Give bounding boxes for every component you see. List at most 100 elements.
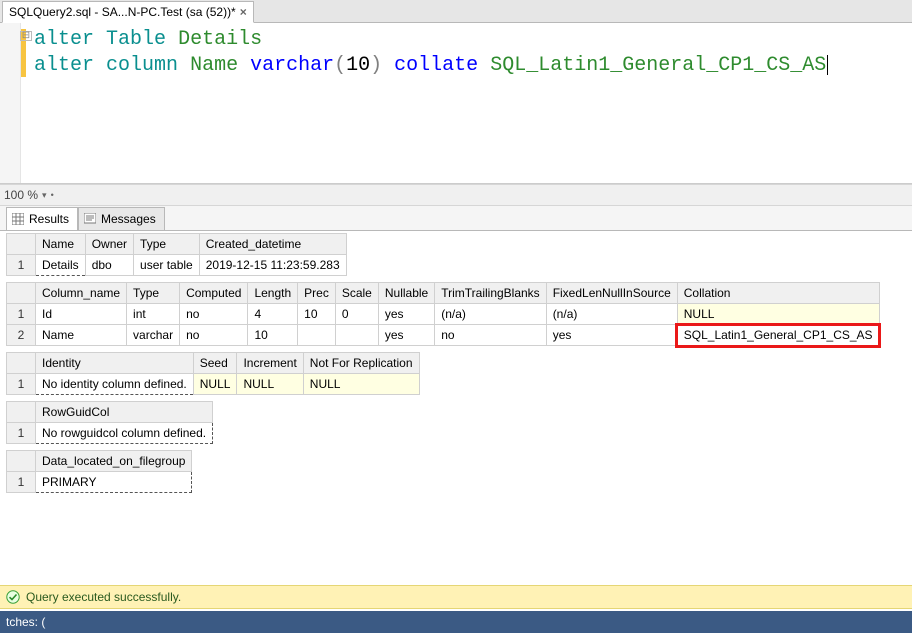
rownum-header bbox=[7, 283, 36, 304]
bottom-text: tches: ( bbox=[6, 615, 45, 629]
col-header[interactable]: Prec bbox=[298, 283, 336, 304]
status-message: Query executed successfully. bbox=[26, 590, 181, 604]
col-header[interactable]: Created_datetime bbox=[199, 234, 346, 255]
cell[interactable]: no bbox=[180, 304, 248, 325]
table-row[interactable]: 1 Details dbo user table 2019-12-15 11:2… bbox=[7, 255, 347, 276]
identifier: Details bbox=[178, 28, 262, 51]
col-header[interactable]: Type bbox=[127, 283, 180, 304]
collapse-icon[interactable]: ⊟ bbox=[20, 31, 32, 41]
rownum: 2 bbox=[7, 325, 36, 346]
cell-collation-highlight[interactable]: SQL_Latin1_General_CP1_CS_AS bbox=[677, 325, 879, 346]
result-grid-filegroup[interactable]: Data_located_on_filegroup 1 PRIMARY bbox=[6, 450, 192, 493]
keyword: Table bbox=[106, 28, 166, 51]
cell[interactable]: yes bbox=[546, 325, 677, 346]
table-row[interactable]: 1 Id int no 4 10 0 yes (n/a) (n/a) NULL bbox=[7, 304, 880, 325]
zoom-bar: 100 % ▾ • bbox=[0, 184, 912, 206]
result-grid-rowguid[interactable]: RowGuidCol 1 No rowguidcol column define… bbox=[6, 401, 213, 444]
cell[interactable]: PRIMARY bbox=[36, 472, 192, 493]
cell[interactable]: NULL bbox=[193, 374, 237, 395]
rownum-header bbox=[7, 353, 36, 374]
table-header-row: Data_located_on_filegroup bbox=[7, 451, 192, 472]
grid-icon bbox=[11, 212, 25, 226]
cell[interactable]: varchar bbox=[127, 325, 180, 346]
cell[interactable]: NULL bbox=[237, 374, 303, 395]
cell[interactable]: Details bbox=[36, 255, 86, 276]
cell[interactable]: yes bbox=[378, 304, 434, 325]
cell[interactable]: user table bbox=[134, 255, 200, 276]
cell[interactable]: 10 bbox=[298, 304, 336, 325]
type-token: varchar bbox=[250, 54, 334, 77]
col-header[interactable]: Not For Replication bbox=[303, 353, 419, 374]
table-header-row: Identity Seed Increment Not For Replicat… bbox=[7, 353, 420, 374]
col-header[interactable]: Identity bbox=[36, 353, 194, 374]
cell[interactable]: 0 bbox=[335, 304, 378, 325]
close-icon[interactable]: × bbox=[240, 5, 247, 19]
cell[interactable]: (n/a) bbox=[546, 304, 677, 325]
collation-name: SQL_Latin1_General_CP1_CS_AS bbox=[490, 54, 826, 77]
keyword: alter bbox=[34, 28, 94, 51]
results-panel[interactable]: Name Owner Type Created_datetime 1 Detai… bbox=[0, 231, 912, 561]
col-header[interactable]: Seed bbox=[193, 353, 237, 374]
table-row[interactable]: 1 No identity column defined. NULL NULL … bbox=[7, 374, 420, 395]
col-header[interactable]: FixedLenNullInSource bbox=[546, 283, 677, 304]
cell[interactable]: No rowguidcol column defined. bbox=[36, 423, 213, 444]
rownum: 1 bbox=[7, 374, 36, 395]
col-header[interactable]: Owner bbox=[85, 234, 133, 255]
cell[interactable]: Name bbox=[36, 325, 127, 346]
cell[interactable]: 2019-12-15 11:23:59.283 bbox=[199, 255, 346, 276]
number: 10 bbox=[346, 54, 370, 77]
tab-messages[interactable]: Messages bbox=[78, 207, 165, 231]
chevron-down-icon[interactable]: ▾ bbox=[42, 190, 47, 201]
paren: ) bbox=[370, 54, 382, 77]
splitter-dot[interactable]: • bbox=[51, 190, 54, 200]
sql-editor[interactable]: ⊟ alter Table Details alter column Name … bbox=[0, 23, 912, 184]
col-header[interactable]: Collation bbox=[677, 283, 879, 304]
zoom-value[interactable]: 100 % bbox=[4, 188, 38, 202]
col-header[interactable]: Increment bbox=[237, 353, 303, 374]
messages-icon bbox=[83, 212, 97, 226]
col-header[interactable]: Scale bbox=[335, 283, 378, 304]
bottom-bar: tches: ( bbox=[0, 611, 912, 633]
col-header[interactable]: Data_located_on_filegroup bbox=[36, 451, 192, 472]
table-row[interactable]: 1 No rowguidcol column defined. bbox=[7, 423, 213, 444]
col-header[interactable]: Column_name bbox=[36, 283, 127, 304]
cell[interactable]: dbo bbox=[85, 255, 133, 276]
table-row[interactable]: 1 PRIMARY bbox=[7, 472, 192, 493]
cell[interactable]: no bbox=[180, 325, 248, 346]
identifier: Name bbox=[190, 54, 238, 77]
col-header[interactable]: RowGuidCol bbox=[36, 402, 213, 423]
table-row[interactable]: 2 Name varchar no 10 yes no yes SQL_Lati… bbox=[7, 325, 880, 346]
status-bar: Query executed successfully. bbox=[0, 585, 912, 609]
table-header-row: RowGuidCol bbox=[7, 402, 213, 423]
cell[interactable]: 4 bbox=[248, 304, 298, 325]
col-header[interactable]: TrimTrailingBlanks bbox=[435, 283, 546, 304]
tab-results[interactable]: Results bbox=[6, 207, 78, 230]
result-grid-identity[interactable]: Identity Seed Increment Not For Replicat… bbox=[6, 352, 420, 395]
cell[interactable]: NULL bbox=[303, 374, 419, 395]
cell[interactable]: yes bbox=[378, 325, 434, 346]
cell[interactable]: Id bbox=[36, 304, 127, 325]
cell[interactable]: int bbox=[127, 304, 180, 325]
cell[interactable]: NULL bbox=[677, 304, 879, 325]
cell[interactable] bbox=[298, 325, 336, 346]
cell[interactable]: 10 bbox=[248, 325, 298, 346]
editor-code[interactable]: alter Table Details alter column Name va… bbox=[34, 27, 828, 79]
cell[interactable]: no bbox=[435, 325, 546, 346]
result-grid-columns[interactable]: Column_name Type Computed Length Prec Sc… bbox=[6, 282, 880, 346]
cell[interactable]: (n/a) bbox=[435, 304, 546, 325]
cell[interactable]: No identity column defined. bbox=[36, 374, 194, 395]
rownum: 1 bbox=[7, 304, 36, 325]
rownum-header bbox=[7, 234, 36, 255]
document-tab[interactable]: SQLQuery2.sql - SA...N-PC.Test (sa (52))… bbox=[2, 1, 254, 23]
cell[interactable] bbox=[335, 325, 378, 346]
rownum: 1 bbox=[7, 472, 36, 493]
col-header[interactable]: Name bbox=[36, 234, 86, 255]
keyword: column bbox=[106, 54, 178, 77]
col-header[interactable]: Nullable bbox=[378, 283, 434, 304]
paren: ( bbox=[334, 54, 346, 77]
col-header[interactable]: Length bbox=[248, 283, 298, 304]
col-header[interactable]: Computed bbox=[180, 283, 248, 304]
col-header[interactable]: Type bbox=[134, 234, 200, 255]
result-grid-meta[interactable]: Name Owner Type Created_datetime 1 Detai… bbox=[6, 233, 347, 276]
results-tabbar: Results Messages bbox=[0, 206, 912, 231]
